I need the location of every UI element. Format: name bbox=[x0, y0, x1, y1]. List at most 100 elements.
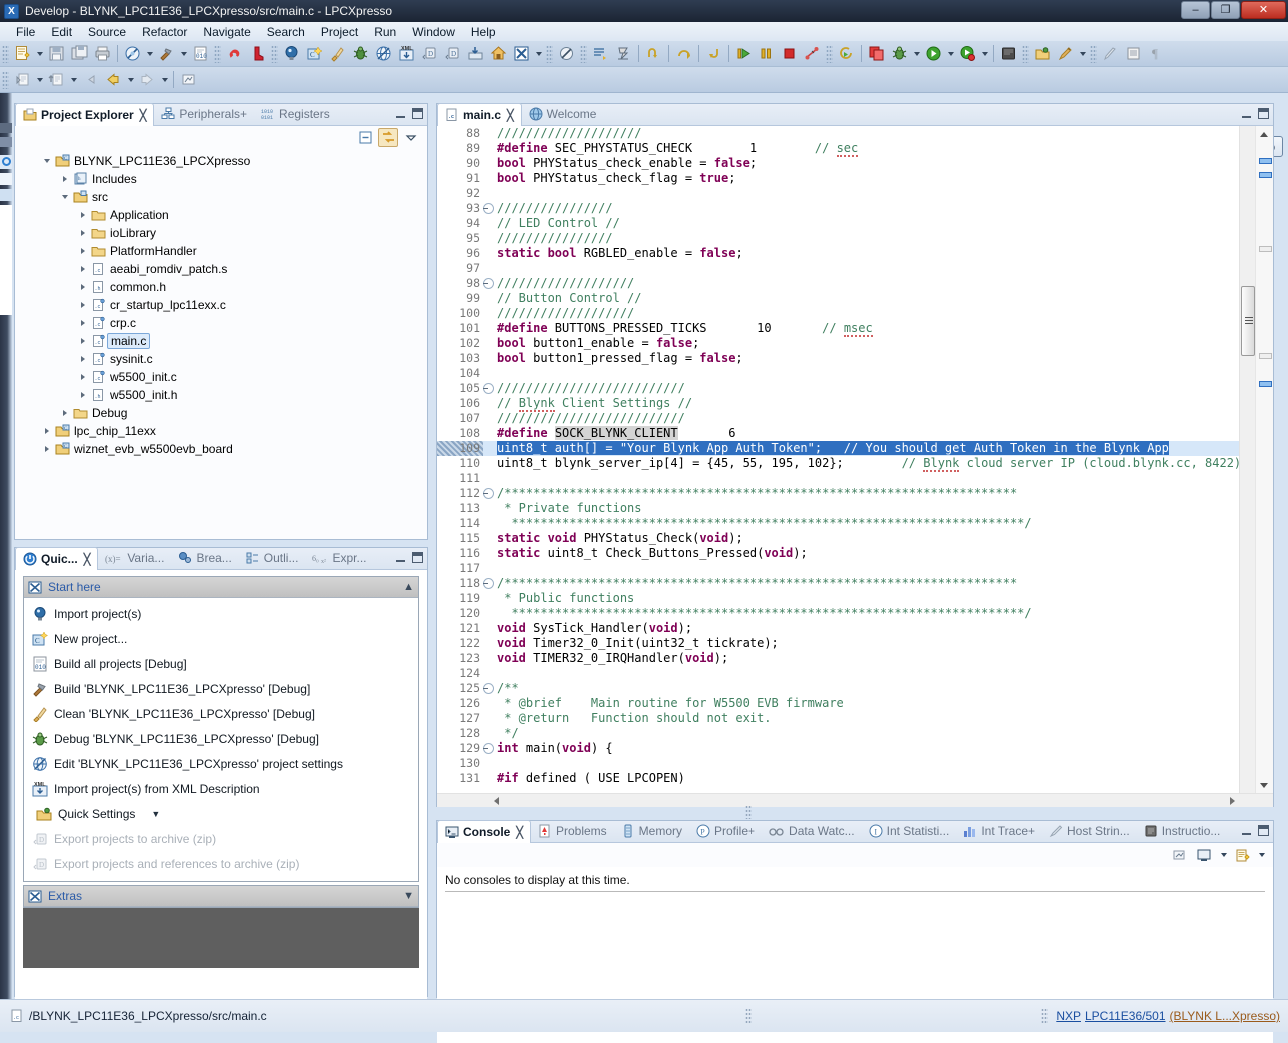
tab-int-trace[interactable]: Int Trace+ bbox=[956, 820, 1042, 842]
display-console-dropdown[interactable] bbox=[1218, 845, 1229, 866]
no-marker-icon[interactable] bbox=[556, 43, 577, 64]
tab-quickstart[interactable]: Quic... ╳ bbox=[15, 547, 99, 570]
fold-collapse-icon[interactable] bbox=[483, 578, 494, 589]
tree-row-crp-c[interactable]: .c crp.c bbox=[23, 314, 427, 332]
code-line[interactable]: 104 bbox=[437, 366, 1239, 381]
code-line[interactable]: 93 //////////////// bbox=[437, 201, 1239, 216]
pilcrow-icon[interactable]: ¶ bbox=[1146, 43, 1167, 64]
forward-dropdown[interactable] bbox=[159, 69, 170, 90]
toolbar-grip-7[interactable] bbox=[1022, 44, 1029, 63]
fold-collapse-icon[interactable] bbox=[483, 743, 494, 754]
tab-main-c[interactable]: .c main.c ╳ bbox=[437, 103, 522, 126]
clean-brush-icon[interactable] bbox=[327, 43, 348, 64]
qs-quick-settings[interactable]: Quick Settings ▼ bbox=[24, 801, 418, 826]
code-line[interactable]: 97 bbox=[437, 261, 1239, 276]
fold-collapse-icon[interactable] bbox=[483, 683, 494, 694]
twisty-closed-icon[interactable] bbox=[57, 410, 72, 416]
status-vendor-link[interactable]: NXP bbox=[1056, 1009, 1081, 1023]
tree-row-platformhandler[interactable]: PlatformHandler bbox=[23, 242, 427, 260]
tree-row-main-c[interactable]: .c main.c bbox=[23, 332, 427, 350]
qs-new-project[interactable]: C New project... bbox=[24, 626, 418, 651]
code-line[interactable]: 88 //////////////////// bbox=[437, 126, 1239, 141]
print-icon[interactable] bbox=[92, 43, 113, 64]
tab-host-strings[interactable]: Host Strin... bbox=[1042, 820, 1137, 842]
back-dropdown[interactable] bbox=[125, 69, 136, 90]
tab-profile[interactable]: P Profile+ bbox=[689, 820, 762, 842]
code-line[interactable]: 99 // Button Control // bbox=[437, 291, 1239, 306]
build-settings-dropdown[interactable] bbox=[144, 43, 155, 64]
scroll-left-icon[interactable] bbox=[489, 794, 503, 808]
code-line[interactable]: 127 * @return Function should not exit. bbox=[437, 711, 1239, 726]
toolbar-grip-2[interactable] bbox=[214, 44, 221, 63]
code-line[interactable]: 98 /////////////////// bbox=[437, 276, 1239, 291]
toolbar-grip-5[interactable] bbox=[580, 44, 587, 63]
outline-toggle-icon[interactable] bbox=[1123, 43, 1144, 64]
code-line[interactable]: 92 bbox=[437, 186, 1239, 201]
open-console-dropdown[interactable] bbox=[1256, 845, 1267, 866]
code-line[interactable]: 123 void TIMER32_0_IRQHandler(void); bbox=[437, 651, 1239, 666]
scroll-down-icon[interactable] bbox=[1256, 777, 1272, 793]
scroll-up-icon[interactable] bbox=[1256, 126, 1272, 142]
code-line[interactable]: 115 static void PHYStatus_Check(void); bbox=[437, 531, 1239, 546]
tab-variables[interactable]: (x)= Varia... bbox=[98, 547, 171, 569]
terminate-icon[interactable] bbox=[779, 43, 800, 64]
overview-marker[interactable] bbox=[1259, 353, 1272, 359]
code-line[interactable]: 89 #define SEC_PHYSTATUS_CHECK 1 // sec bbox=[437, 141, 1239, 157]
chevron-down-icon[interactable]: ▼ bbox=[403, 890, 414, 902]
resume-icon[interactable] bbox=[733, 43, 754, 64]
marker-icon[interactable] bbox=[1100, 43, 1121, 64]
toolbar-grip[interactable] bbox=[2, 44, 9, 63]
code-line[interactable]: 96 static bool RGBLED_enable = false; bbox=[437, 246, 1239, 261]
display-console-icon[interactable] bbox=[1194, 845, 1215, 866]
code-line[interactable]: 102 bool button1_enable = false; bbox=[437, 336, 1239, 351]
tree-row-aeabi[interactable]: .c aeabi_romdiv_patch.s bbox=[23, 260, 427, 278]
code-line[interactable]: 109 uint8_t auth[] = "Your Blynk App Auth… bbox=[437, 441, 1239, 456]
twisty-closed-icon[interactable] bbox=[75, 392, 90, 398]
debug-launch-icon[interactable] bbox=[889, 43, 910, 64]
code-line[interactable]: 131 #if defined ( USE LPCOPEN) bbox=[437, 771, 1239, 786]
toolbar-grip-8[interactable] bbox=[1090, 44, 1097, 63]
next-annotation-icon[interactable] bbox=[590, 43, 611, 64]
toolbar-grip-4[interactable] bbox=[546, 44, 553, 63]
code-line[interactable]: 119 * Public functions bbox=[437, 591, 1239, 606]
twisty-closed-icon[interactable] bbox=[75, 248, 90, 254]
profile-icon[interactable] bbox=[957, 43, 978, 64]
minimize-view-icon[interactable] bbox=[1241, 108, 1252, 119]
menu-source[interactable]: Source bbox=[80, 24, 134, 40]
fold-collapse-icon[interactable] bbox=[483, 203, 494, 214]
twisty-closed-icon[interactable] bbox=[75, 320, 90, 326]
next-task-icon[interactable] bbox=[613, 43, 634, 64]
source-code[interactable]: 88 //////////////////// 89 #define SEC_PHYS… bbox=[437, 126, 1239, 793]
tree-row-iolibrary[interactable]: ioLibrary bbox=[23, 224, 427, 242]
scroll-right-icon[interactable] bbox=[1225, 794, 1239, 808]
code-line[interactable]: 90 bool PHYStatus_check_enable = false; bbox=[437, 156, 1239, 171]
close-icon[interactable]: ╳ bbox=[140, 109, 147, 122]
debug-bug-icon[interactable] bbox=[350, 43, 371, 64]
new-file-dropdown[interactable] bbox=[34, 43, 45, 64]
menu-project[interactable]: Project bbox=[313, 24, 366, 40]
code-line[interactable]: 113 * Private functions bbox=[437, 501, 1239, 516]
open-folder-icon[interactable] bbox=[1032, 43, 1053, 64]
twisty-closed-icon[interactable] bbox=[57, 176, 72, 182]
code-line[interactable]: 124 bbox=[437, 666, 1239, 681]
code-line[interactable]: 103 bool button1_pressed_flag = false; bbox=[437, 351, 1239, 366]
tree-row-w5500-init-c[interactable]: .c w5500_init.c bbox=[23, 368, 427, 386]
twisty-open-icon[interactable] bbox=[39, 159, 54, 163]
copy-stack-icon[interactable] bbox=[866, 43, 887, 64]
forward-icon[interactable] bbox=[137, 69, 158, 90]
code-line[interactable]: 94 // LED Control // bbox=[437, 216, 1239, 231]
debug-launch-dropdown[interactable] bbox=[911, 43, 922, 64]
flash-program-icon[interactable] bbox=[998, 43, 1019, 64]
binary-utils-icon[interactable]: 010 bbox=[190, 43, 211, 64]
menu-window[interactable]: Window bbox=[404, 24, 463, 40]
close-icon[interactable]: ╳ bbox=[507, 109, 514, 122]
code-line[interactable]: 101 #define BUTTONS_PRESSED_TICKS 10 // m… bbox=[437, 321, 1239, 337]
editor-overview-ruler[interactable] bbox=[1255, 126, 1273, 793]
tab-instruction-trace[interactable]: Instructio... bbox=[1137, 820, 1228, 842]
status-project-link[interactable]: (BLYNK L...Xpresso) bbox=[1170, 1009, 1280, 1023]
code-line[interactable]: 118 /************************************… bbox=[437, 576, 1239, 591]
tab-peripherals[interactable]: Peripherals+ bbox=[154, 103, 254, 125]
step-return-icon[interactable] bbox=[643, 43, 664, 64]
twisty-closed-icon[interactable] bbox=[39, 446, 54, 452]
toolbar2-grip[interactable] bbox=[2, 70, 9, 89]
